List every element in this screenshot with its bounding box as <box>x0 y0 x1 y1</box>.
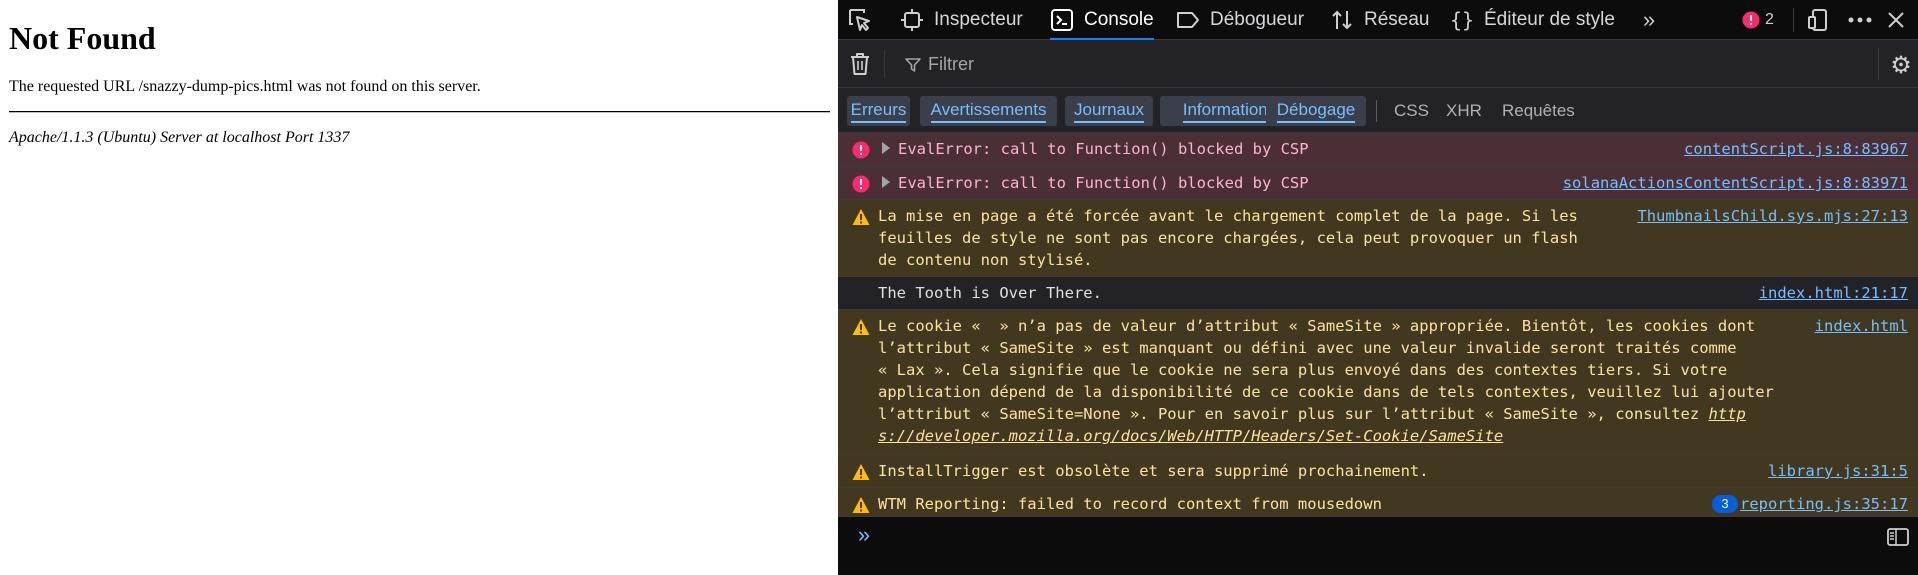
console-input-area[interactable]: » <box>838 517 1918 575</box>
console-message-warning[interactable]: La mise en page a été forcée avant le ch… <box>838 200 1918 277</box>
error-icon <box>852 141 870 159</box>
tab-label: Éditeur de style <box>1484 9 1615 30</box>
error-page: Not Found The requested URL /snazzy-dump… <box>0 0 838 575</box>
filter-input[interactable] <box>898 48 1708 80</box>
filter-css-button[interactable]: CSS <box>1394 96 1429 126</box>
message-text: EvalError: call to Function() blocked by… <box>898 140 1309 158</box>
tab-label: Réseau <box>1364 9 1430 30</box>
options-menu-icon[interactable] <box>1846 8 1874 32</box>
warning-icon <box>852 464 870 480</box>
responsive-design-icon[interactable] <box>1806 8 1830 32</box>
prompt-chevron-icon: » <box>857 522 871 547</box>
message-source-link[interactable]: index.html:21:17 <box>1759 282 1908 304</box>
console-filter-bar: ⚙ <box>838 40 1918 88</box>
message-text: La mise en page a été forcée avant le ch… <box>878 207 1578 269</box>
message-source-link[interactable]: solanaActionsContentScript.js:8:83971 <box>1563 172 1908 194</box>
server-address: Apache/1.1.3 (Ubuntu) Server at localhos… <box>9 129 350 146</box>
more-tools-chevron-icon[interactable]: » <box>1635 6 1663 34</box>
tab-style-editor[interactable]: {} Éditeur de style <box>1450 0 1615 40</box>
message-source-link[interactable]: ThumbnailsChild.sys.mjs:27:13 <box>1637 205 1908 227</box>
gear-icon[interactable]: ⚙ <box>1888 52 1914 79</box>
message-source-link[interactable]: library.js:31:5 <box>1768 460 1908 482</box>
console-message-warning[interactable]: WTM Reporting: failed to record context … <box>838 488 1918 517</box>
message-text: The Tooth is Over There. <box>878 284 1102 302</box>
tab-label: Débogueur <box>1210 9 1305 30</box>
tab-label: Console <box>1084 9 1154 30</box>
editor-mode-icon[interactable] <box>1886 527 1910 547</box>
filter-logs-button[interactable]: Journaux <box>1065 96 1153 126</box>
error-message: The requested URL /snazzy-dump-pics.html… <box>9 78 481 95</box>
error-count-button[interactable]: 2 <box>1742 8 1774 32</box>
toolbar-divider <box>1793 8 1794 32</box>
category-divider <box>1376 100 1377 122</box>
tab-debugger[interactable]: Débogueur <box>1176 0 1304 40</box>
element-picker-icon[interactable] <box>846 6 874 34</box>
warning-icon <box>852 497 870 513</box>
devtools-panel: Inspecteur Console Débogueur Réseau {} É… <box>838 0 1918 575</box>
console-icon <box>1050 8 1074 32</box>
settings-divider <box>1878 48 1879 80</box>
console-message-warning[interactable]: Le cookie « » n’a pas de valeur d’attrib… <box>838 310 1918 455</box>
debugger-icon <box>1176 8 1200 32</box>
message-source-link[interactable]: reporting.js:35:17 <box>1740 493 1908 515</box>
message-source-link[interactable]: index.html <box>1815 315 1908 337</box>
page-title: Not Found <box>9 20 156 56</box>
tab-inspector[interactable]: Inspecteur <box>900 0 1023 40</box>
devtools-toolbar: Inspecteur Console Débogueur Réseau {} É… <box>838 0 1918 40</box>
expand-triangle-icon[interactable] <box>882 142 890 154</box>
style-editor-icon: {} <box>1449 8 1475 32</box>
close-icon[interactable] <box>1884 8 1908 32</box>
expand-triangle-icon[interactable] <box>882 176 890 188</box>
filter-debug-button[interactable]: Débogage <box>1266 96 1366 126</box>
tab-console[interactable]: Console <box>1050 0 1154 40</box>
message-text: WTM Reporting: failed to record context … <box>878 495 1382 513</box>
trash-icon[interactable] <box>848 52 872 76</box>
filter-errors-button[interactable]: Erreurs <box>847 96 910 126</box>
console-message-error[interactable]: EvalError: call to Function() blocked by… <box>838 167 1918 200</box>
filter-requests-button[interactable]: Requêtes <box>1502 96 1575 126</box>
filter-divider <box>884 50 885 78</box>
console-message-log[interactable]: The Tooth is Over There. index.html:21:1… <box>838 277 1918 310</box>
horizontal-rule <box>9 111 830 113</box>
message-source-link[interactable]: contentScript.js:8:83967 <box>1684 138 1908 160</box>
category-filter-bar: Erreurs Avertissements Journaux Informat… <box>838 88 1918 133</box>
tab-label: Inspecteur <box>934 9 1023 30</box>
console-message-error[interactable]: EvalError: call to Function() blocked by… <box>838 133 1918 167</box>
error-icon <box>852 175 870 193</box>
network-icon <box>1330 8 1354 32</box>
inspector-icon <box>900 8 924 32</box>
tab-network[interactable]: Réseau <box>1330 0 1430 40</box>
error-count: 2 <box>1765 11 1774 28</box>
message-text: InstallTrigger est obsolète et sera supp… <box>878 462 1429 480</box>
console-message-warning[interactable]: InstallTrigger est obsolète et sera supp… <box>838 455 1918 488</box>
filter-xhr-button[interactable]: XHR <box>1446 96 1482 126</box>
message-text: EvalError: call to Function() blocked by… <box>898 174 1309 192</box>
error-icon <box>1742 11 1760 29</box>
warning-icon <box>852 209 870 225</box>
warning-icon <box>852 319 870 335</box>
filter-warnings-button[interactable]: Avertissements <box>920 96 1057 126</box>
message-text: Le cookie « » n’a pas de valeur d’attrib… <box>878 317 1774 445</box>
repeat-count-badge: 3 <box>1712 495 1738 513</box>
